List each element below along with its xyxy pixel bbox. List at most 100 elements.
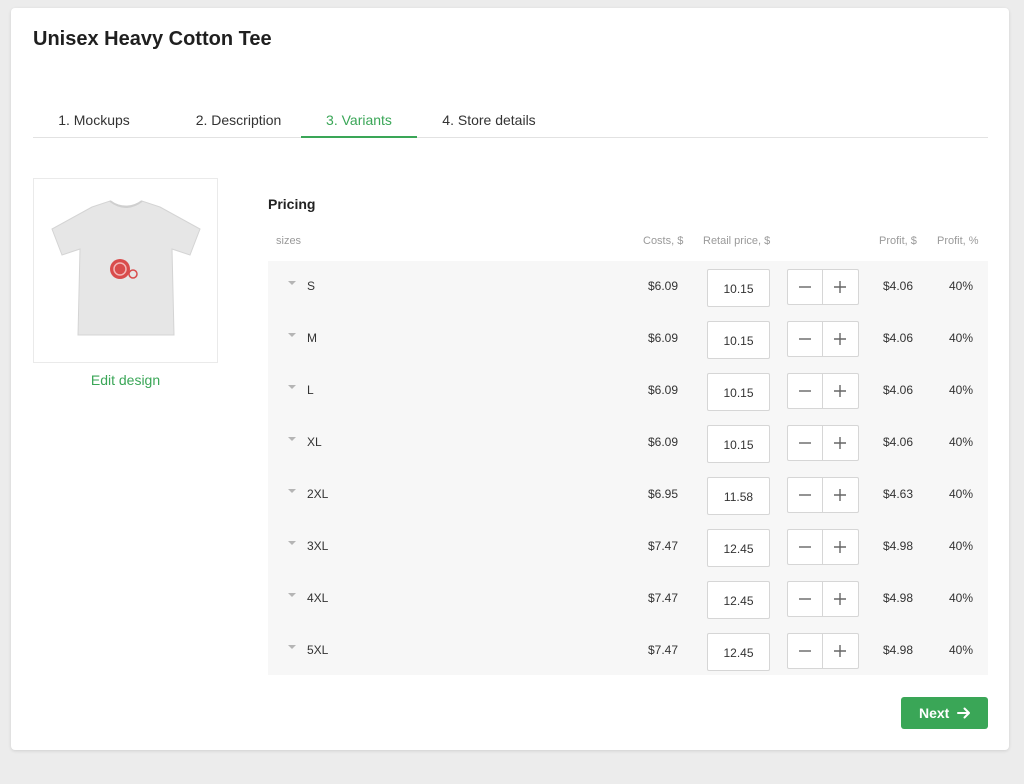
cost-value: $7.47	[647, 539, 678, 553]
increment-button[interactable]	[823, 634, 858, 668]
profit-percent-value: 40%	[948, 643, 973, 657]
column-header-retail-price: Retail price, $	[703, 235, 771, 247]
profit-value: $4.06	[882, 383, 913, 397]
table-row: 2XL $6.95 11.58 $4.63 40%	[268, 469, 988, 521]
minus-icon	[799, 390, 811, 392]
profit-percent-value: 40%	[948, 487, 973, 501]
cost-value: $7.47	[647, 591, 678, 605]
retail-price-input[interactable]: 10.15	[707, 269, 770, 307]
plus-icon	[834, 333, 846, 345]
size-label: 5XL	[307, 643, 329, 657]
price-stepper	[787, 373, 859, 409]
profit-percent-value: 40%	[948, 279, 973, 293]
table-row: M $6.09 10.15 $4.06 40%	[268, 313, 988, 365]
retail-price-input[interactable]: 12.45	[707, 581, 770, 619]
increment-button[interactable]	[823, 374, 858, 408]
caret-down-icon[interactable]	[288, 489, 296, 493]
increment-button[interactable]	[823, 426, 858, 460]
price-stepper	[787, 633, 859, 669]
price-stepper	[787, 269, 859, 305]
caret-down-icon[interactable]	[288, 333, 296, 337]
size-label: S	[307, 279, 316, 293]
plus-icon	[834, 385, 846, 397]
decrement-button[interactable]	[788, 530, 823, 564]
caret-down-icon[interactable]	[288, 593, 296, 597]
table-row: 5XL $7.47 12.45 $4.98 40%	[268, 625, 988, 677]
size-label: 2XL	[307, 487, 329, 501]
increment-button[interactable]	[823, 270, 858, 304]
increment-button[interactable]	[823, 530, 858, 564]
plus-icon	[834, 593, 846, 605]
retail-price-input[interactable]: 12.45	[707, 633, 770, 671]
plus-icon	[834, 645, 846, 657]
minus-icon	[799, 286, 811, 288]
caret-down-icon[interactable]	[288, 645, 296, 649]
caret-down-icon[interactable]	[288, 437, 296, 441]
decrement-button[interactable]	[788, 322, 823, 356]
profit-value: $4.98	[882, 591, 913, 605]
retail-price-input[interactable]: 12.45	[707, 529, 770, 567]
decrement-button[interactable]	[788, 634, 823, 668]
edit-design-link[interactable]: Edit design	[33, 372, 218, 388]
profit-percent-value: 40%	[948, 383, 973, 397]
plus-icon	[834, 489, 846, 501]
increment-button[interactable]	[823, 478, 858, 512]
page-title: Unisex Heavy Cotton Tee	[33, 28, 272, 50]
profit-value: $4.06	[882, 331, 913, 345]
column-header-profit-percent: Profit, %	[937, 235, 979, 247]
retail-price-input[interactable]: 10.15	[707, 321, 770, 359]
profit-percent-value: 40%	[948, 539, 973, 553]
price-stepper	[787, 477, 859, 513]
size-label: L	[307, 383, 314, 397]
profit-value: $4.63	[882, 487, 913, 501]
table-row: L $6.09 10.15 $4.06 40%	[268, 365, 988, 417]
profit-percent-value: 40%	[948, 331, 973, 345]
minus-icon	[799, 598, 811, 600]
table-row: XL $6.09 10.15 $4.06 40%	[268, 417, 988, 469]
pricing-table: S $6.09 10.15 $4.06 40% M $6.09 10.15 $4.06 40% L $…	[268, 261, 988, 675]
caret-down-icon[interactable]	[288, 385, 296, 389]
profit-percent-value: 40%	[948, 435, 973, 449]
size-label: 3XL	[307, 539, 329, 553]
column-header-profit: Profit, $	[879, 235, 917, 247]
plus-icon	[834, 281, 846, 293]
size-label: XL	[307, 435, 322, 449]
tab-store-details[interactable]: 4. Store details	[433, 106, 545, 138]
tab-description[interactable]: 2. Description	[181, 106, 296, 138]
retail-price-input[interactable]: 10.15	[707, 373, 770, 411]
retail-price-input[interactable]: 11.58	[707, 477, 770, 515]
minus-icon	[799, 442, 811, 444]
decrement-button[interactable]	[788, 582, 823, 616]
minus-icon	[799, 494, 811, 496]
minus-icon	[799, 546, 811, 548]
pricing-title: Pricing	[268, 196, 316, 212]
price-stepper	[787, 581, 859, 617]
cost-value: $6.09	[647, 383, 678, 397]
price-stepper	[787, 529, 859, 565]
next-button[interactable]: Next	[901, 697, 988, 729]
minus-icon	[799, 650, 811, 652]
minus-icon	[799, 338, 811, 340]
profit-value: $4.98	[882, 643, 913, 657]
caret-down-icon[interactable]	[288, 281, 296, 285]
cost-value: $6.09	[647, 279, 678, 293]
cost-value: $6.95	[647, 487, 678, 501]
column-header-costs: Costs, $	[643, 235, 684, 247]
decrement-button[interactable]	[788, 426, 823, 460]
caret-down-icon[interactable]	[288, 541, 296, 545]
tab-variants[interactable]: 3. Variants	[301, 106, 417, 138]
plus-icon	[834, 437, 846, 449]
product-card: Unisex Heavy Cotton Tee 1. Mockups 2. De…	[11, 8, 1009, 750]
cost-value: $6.09	[647, 331, 678, 345]
tab-bar: 1. Mockups 2. Description 3. Variants 4.…	[33, 106, 988, 138]
decrement-button[interactable]	[788, 374, 823, 408]
next-button-label: Next	[919, 705, 950, 721]
increment-button[interactable]	[823, 582, 858, 616]
retail-price-input[interactable]: 10.15	[707, 425, 770, 463]
tab-mockups[interactable]: 1. Mockups	[45, 106, 143, 138]
decrement-button[interactable]	[788, 270, 823, 304]
increment-button[interactable]	[823, 322, 858, 356]
column-header-sizes: sizes	[276, 235, 302, 247]
profit-percent-value: 40%	[948, 591, 973, 605]
decrement-button[interactable]	[788, 478, 823, 512]
